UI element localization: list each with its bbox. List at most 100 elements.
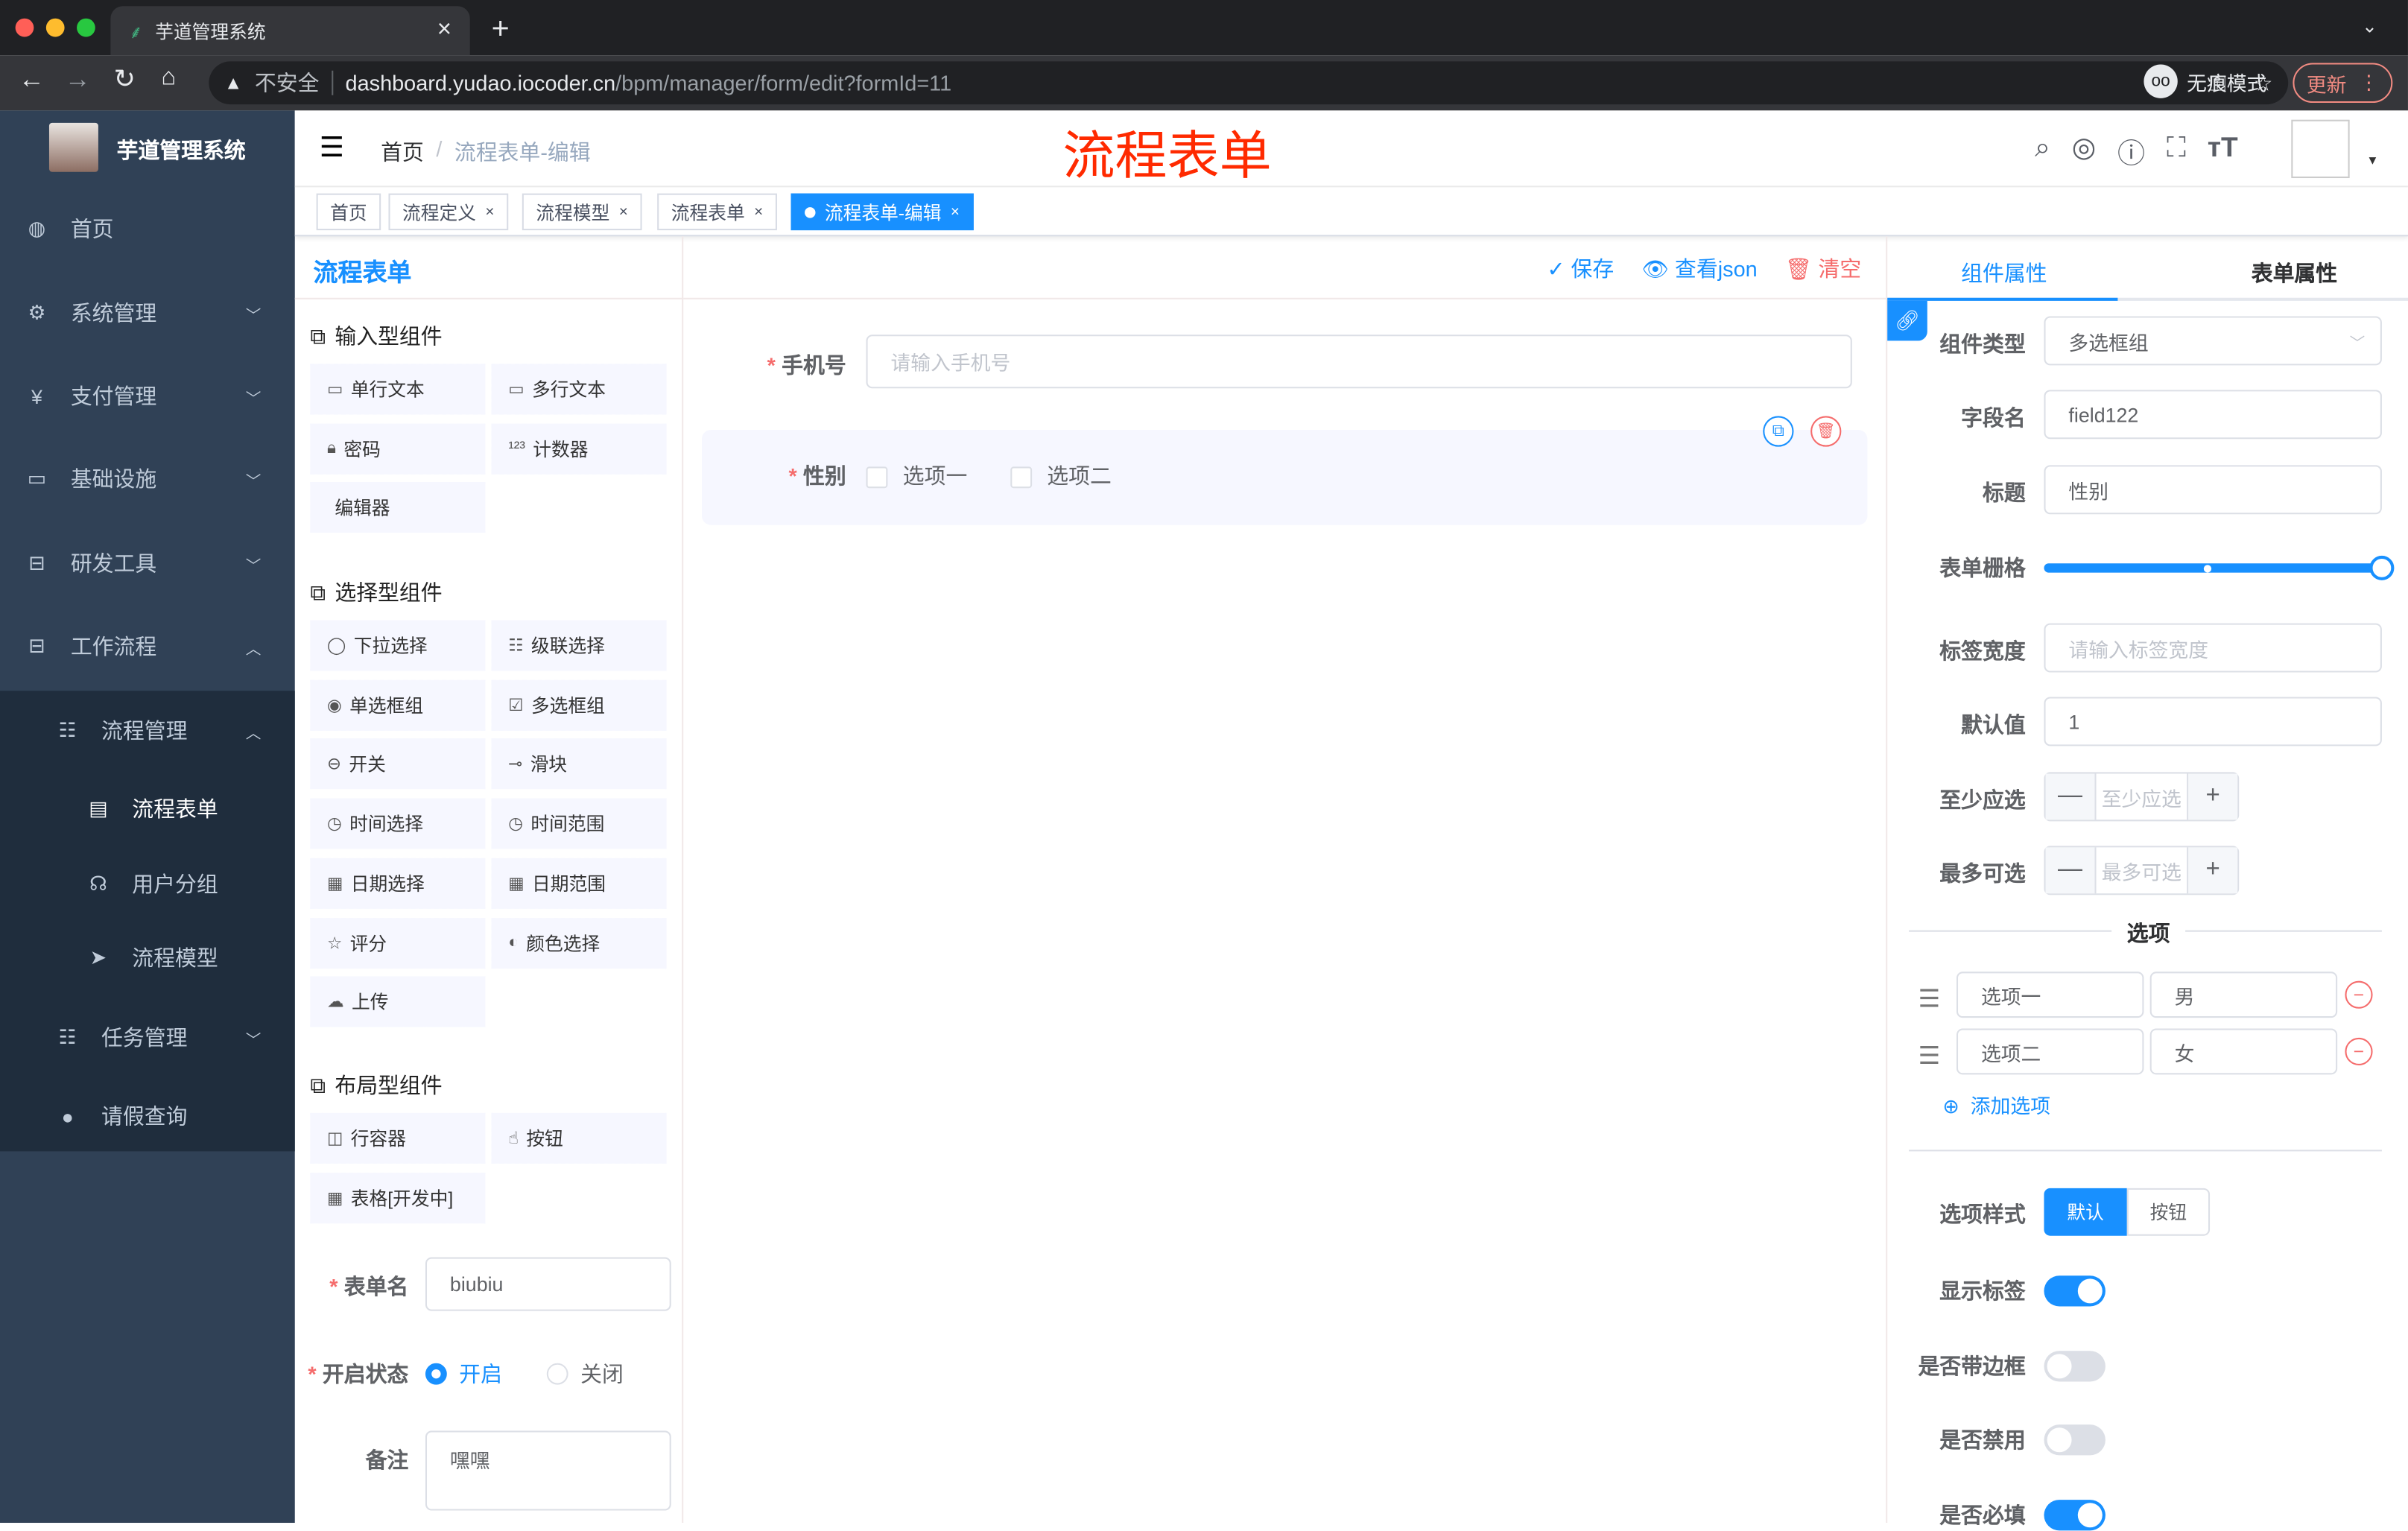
copy-icon[interactable]: ⧉ [1763,416,1794,447]
sidebar-item[interactable]: ☷ 任务管理 ﹀ [0,996,295,1079]
min-stepper[interactable]: — 至少应选 + [2044,772,2240,822]
component-item[interactable]: ☑ 多选框组 [491,679,667,731]
new-tab-button[interactable]: + [492,12,510,47]
sidebar-item[interactable]: ¥ 支付管理 ﹀ [0,355,295,437]
close-tag-icon[interactable]: × [951,203,960,221]
sidebar-item[interactable]: ⚙ 系统管理 ﹀ [0,272,295,355]
component-item[interactable]: ◉ 单选框组 [310,679,486,731]
stepper-input[interactable]: 至少应选 [2094,773,2189,820]
remove-option-icon[interactable]: − [2345,1037,2373,1065]
hamburger-icon[interactable]: ☰ [320,132,344,164]
component-item[interactable]: ¹²³ 计数器 [491,423,667,475]
max-stepper[interactable]: — 最多可选 + [2044,846,2240,896]
tag-item[interactable]: 流程表单-编辑 × [790,193,974,231]
tab-component-props[interactable]: 组件属性 [1961,258,2047,288]
remark-textarea[interactable]: 嘿嘿 [425,1430,671,1511]
default-input[interactable]: 1 [2044,697,2382,747]
drag-handle-icon[interactable]: ☰ [1918,984,1940,1015]
address-bar[interactable]: ▲ 不安全 dashboard.yudao.iocoder.cn/bpm/man… [209,61,2289,105]
title-input[interactable]: 性别 [2044,465,2382,515]
form-name-input[interactable]: biubiu [425,1257,671,1311]
forward-icon[interactable]: → [65,65,91,95]
tag-item[interactable]: 首页 [316,193,381,231]
component-item[interactable]: ▦ 表格[开发中] [310,1172,486,1223]
sidebar-item[interactable]: ⊟ 工作流程 ︿ [0,605,295,688]
minus-button[interactable]: — [2045,773,2095,820]
option-value-input[interactable]: 男 [2149,971,2338,1018]
github-icon[interactable]: ◎ [2072,132,2096,172]
sidebar-item[interactable]: ➤ 流程模型 [0,916,295,999]
tag-item[interactable]: 流程模型 × [522,193,642,231]
option-style-button[interactable]: 按钮 [2126,1188,2211,1236]
fullscreen-icon[interactable]: ⛶ [2167,132,2186,172]
sidebar-item[interactable]: ☷ 流程管理 ︿ [0,689,295,772]
plus-button[interactable]: + [2188,773,2238,820]
option-label-input[interactable]: 选项一 [1956,971,2144,1018]
close-tag-icon[interactable]: × [754,203,763,221]
sidebar-item[interactable]: ⊟ 研发工具 ﹀ [0,522,295,605]
insecure-label[interactable]: 不安全 [255,68,320,98]
view-json-button[interactable]: 👁︎ 查看json [1641,253,1757,284]
back-icon[interactable]: ← [19,65,45,95]
add-option-button[interactable]: ⊕ 添加选项 [1942,1090,2050,1119]
grid-slider-handle[interactable] [2369,555,2395,580]
incognito-indicator[interactable]: oo 无痕模式 [2144,64,2266,98]
component-item[interactable]: ▦ 日期选择 [310,858,486,909]
toggle-switch[interactable] [2044,1424,2106,1456]
sidebar-item[interactable]: ▭ 基础设施 ﹀ [0,437,295,520]
component-item[interactable]: ◐ 颜色选择 [491,917,667,969]
component-item[interactable]: ⊖ 开关 [310,738,486,790]
label-width-input[interactable]: 请输入标签宽度 [2044,623,2382,673]
update-button[interactable]: 更新 ⋮ [2293,63,2393,104]
checkbox-option-1[interactable]: 选项一 [866,460,967,491]
status-radio-on[interactable]: 开启 [425,1359,502,1389]
toggle-switch[interactable] [2044,1350,2106,1381]
component-item[interactable]: 🔒︎ 密码 [310,423,486,475]
sidebar-item[interactable]: ● 请假查询 [0,1074,295,1157]
tag-item[interactable]: 流程表单 × [657,193,777,231]
close-tab-icon[interactable]: × [437,17,452,45]
minus-button[interactable]: — [2045,847,2095,894]
option-label-input[interactable]: 选项二 [1956,1028,2144,1075]
user-avatar[interactable] [2291,119,2350,179]
component-item[interactable]: ☆ 评分 [310,917,486,969]
clear-button[interactable]: 🗑︎ 清空 [1785,253,1861,284]
checkbox-option-2[interactable]: 选项二 [1010,460,1112,491]
option-style-button[interactable]: 默认 [2044,1188,2127,1236]
sidebar-item[interactable]: ☊ 用户分组 [0,843,295,925]
component-item[interactable]: ▭ 单行文本 [310,364,486,415]
stepper-input[interactable]: 最多可选 [2094,847,2189,894]
component-item[interactable]: ▦ 日期范围 [491,858,667,909]
sidebar-item[interactable]: ▤ 流程表单 [0,767,295,850]
close-tag-icon[interactable]: × [485,203,494,221]
search-icon[interactable]: ⌕ [2035,132,2050,172]
component-type-select[interactable]: 多选框组 ﹀ [2044,316,2382,366]
sidebar-item[interactable]: ◍ 首页 [0,187,295,270]
component-item[interactable]: ☁ 上传 [310,976,486,1027]
close-tag-icon[interactable]: × [619,203,628,221]
reload-icon[interactable]: ↻ [114,65,136,95]
close-window-button[interactable] [15,18,34,37]
browser-tab[interactable]: ⸙ 芋道管理系统 × [110,6,470,56]
component-item[interactable]: ⊸ 滑块 [491,738,667,790]
home-icon[interactable]: ⌂ [161,65,176,92]
delete-icon[interactable]: 🗑︎ [1810,416,1842,447]
caret-down-icon[interactable]: ▼ [2366,153,2378,168]
phone-input[interactable]: 请输入手机号 [866,335,1852,389]
font-size-icon[interactable]: ᴛT [2208,132,2238,172]
status-radio-off[interactable]: 关闭 [546,1359,624,1389]
tab-list-chevron-icon[interactable]: ⌄ [2362,16,2377,37]
save-button[interactable]: ✓ 保存 [1547,253,1614,284]
plus-button[interactable]: + [2188,847,2238,894]
component-item[interactable]: ◷ 时间范围 [491,798,667,849]
component-item[interactable]: ☷ 级联选择 [491,620,667,671]
drag-handle-icon[interactable]: ☰ [1918,1041,1940,1071]
toggle-switch[interactable] [2044,1500,2106,1531]
option-value-input[interactable]: 女 [2149,1028,2338,1075]
field-name-input[interactable]: field122 [2044,390,2382,440]
maximize-window-button[interactable] [77,18,95,37]
toggle-switch[interactable] [2044,1275,2106,1307]
breadcrumb-home[interactable]: 首页 [381,136,424,167]
component-item[interactable]: ◷ 时间选择 [310,798,486,849]
component-item[interactable]: 编辑器 [310,482,486,533]
